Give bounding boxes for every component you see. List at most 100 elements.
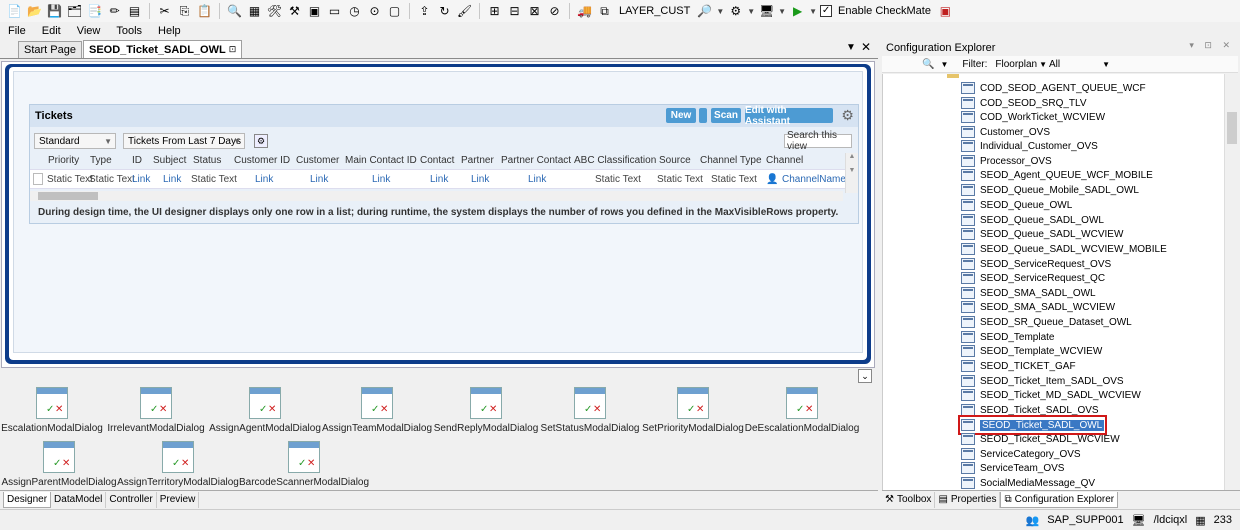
pane-controls-icon[interactable]: ▾ ⊡ ✕ — [1189, 40, 1234, 51]
tools-icon[interactable]: 🛠 — [266, 3, 283, 20]
chevron-down-icon[interactable]: ▼ — [1039, 60, 1047, 69]
tree-item[interactable]: Individual_Customer_OVS — [961, 139, 1098, 153]
tree-item[interactable]: SEOD_Template_WCVIEW — [961, 344, 1102, 358]
save-icon[interactable]: 💾 — [46, 3, 63, 20]
tree-item[interactable]: COD_SEOD_SRQ_TLV — [961, 96, 1087, 110]
table-cell[interactable]: Link — [430, 174, 448, 185]
tree-item[interactable]: SEOD_Queue_SADL_WCVIEW_MOBILE — [961, 242, 1167, 256]
tree-item[interactable]: SEOD_SR_Queue_Dataset_OWL — [961, 315, 1132, 329]
table-cell[interactable]: Link — [255, 174, 273, 185]
horizontal-scrollbar[interactable] — [30, 191, 843, 201]
tab-start-page[interactable]: Start Page — [18, 41, 82, 58]
dialog-item[interactable]: ✓ ✕ SendReplyModalDialog — [434, 387, 538, 434]
column-header[interactable]: Contact — [420, 155, 454, 166]
run-icon[interactable]: ⊙ — [366, 3, 383, 20]
tab-list-icon[interactable]: ▼ — [846, 42, 856, 53]
chevron-down-icon[interactable]: ▼ — [778, 7, 786, 16]
menu-file[interactable]: File — [8, 25, 26, 37]
tickets-list-pane[interactable]: Tickets New Scan Edit with Assistant ⚙ S… — [29, 104, 859, 224]
play-icon[interactable]: ▶ — [789, 3, 806, 20]
tab-configuration-explorer[interactable]: ⧉ Configuration Explorer — [1000, 491, 1119, 508]
menu-edit[interactable]: Edit — [42, 25, 61, 37]
filter-all[interactable]: All — [1049, 59, 1060, 70]
edit-pencil-icon[interactable]: ✏ — [106, 3, 123, 20]
column-header[interactable]: Type — [90, 155, 112, 166]
dialog-item[interactable]: ✓ ✕ SetPriorityModalDialog — [642, 387, 744, 434]
config-explorer-scrollbar[interactable] — [1224, 74, 1238, 490]
tree-item[interactable]: SEOD_Ticket_MD_SADL_WCVIEW — [961, 388, 1141, 402]
tree-item[interactable]: Customer_OVS — [961, 125, 1050, 139]
align-icon[interactable]: ⊞ — [486, 3, 503, 20]
tree-item[interactable]: SEOD_Queue_SADL_OWL — [961, 213, 1104, 227]
dialog-item[interactable]: ✓ ✕ EscalationModalDialog — [1, 387, 103, 434]
column-header[interactable]: Main Contact ID — [345, 155, 417, 166]
scrollbar-thumb[interactable] — [1227, 112, 1237, 144]
search-input[interactable]: Search this view — [784, 130, 852, 152]
export-icon[interactable]: ⇪ — [416, 3, 433, 20]
dialog-item[interactable]: ✓ ✕ AssignTerritoryModalDialog — [117, 441, 239, 488]
module-icon[interactable]: ▣ — [306, 3, 323, 20]
distribute-icon[interactable]: ⊟ — [506, 3, 523, 20]
collapse-icon[interactable]: ⌄ — [858, 369, 872, 383]
filter-value[interactable]: Floorplan — [995, 59, 1037, 70]
column-header[interactable]: ABC Classification — [574, 155, 656, 166]
scrollbar-thumb[interactable] — [38, 192, 98, 200]
table-row[interactable]: Static Text Static Text Link Link Static… — [30, 169, 856, 189]
history-icon[interactable]: ◷ — [346, 3, 363, 20]
tab-datamodel[interactable]: DataModel — [51, 491, 107, 508]
paste-icon[interactable]: 📋 — [196, 3, 213, 20]
layer-label[interactable]: LAYER_CUST — [619, 5, 690, 17]
dialog-item[interactable]: ✓ ✕ AssignAgentModalDialog — [209, 387, 321, 434]
column-header[interactable]: Channel — [766, 155, 803, 166]
copy-icon[interactable]: ⎘ — [176, 3, 193, 20]
tree-item[interactable]: SEOD_Agent_QUEUE_WCF_MOBILE — [961, 168, 1153, 182]
wrench-icon[interactable]: ⚒ — [286, 3, 303, 20]
table-cell[interactable]: Link — [163, 174, 181, 185]
new-button[interactable]: New — [666, 108, 696, 123]
column-header[interactable]: Customer ID — [234, 155, 290, 166]
close-icon[interactable]: ✕ — [861, 40, 871, 54]
tree-item[interactable]: SEOD_Template — [961, 330, 1054, 344]
tree-item[interactable]: SEOD_Queue_OWL — [961, 198, 1072, 212]
checkmate-checkbox[interactable]: ✓ — [820, 5, 833, 17]
brush-icon[interactable]: 🖌 — [456, 3, 473, 20]
tab-properties[interactable]: ▤ Properties — [935, 491, 1001, 508]
tree-item[interactable]: SEOD_ServiceRequest_OVS — [961, 257, 1111, 271]
period-select[interactable]: Tickets From Last 7 Days ▼ — [123, 133, 245, 149]
dialog-item[interactable]: ✓ ✕ DeEscalationModalDialog — [745, 387, 859, 434]
tree-item-selected[interactable]: SEOD_Ticket_SADL_OWL — [957, 415, 1108, 435]
table-cell[interactable]: Link — [471, 174, 489, 185]
new-file-icon[interactable]: 📄 — [6, 3, 23, 20]
find-icon[interactable]: 🔍 — [226, 3, 243, 20]
column-header[interactable]: Priority — [48, 155, 79, 166]
tab-toolbox[interactable]: ⚒ Toolbox — [882, 491, 936, 508]
settings-icon[interactable]: ⚙ — [254, 134, 268, 148]
save-all-icon[interactable]: 🗂 — [66, 3, 83, 20]
edit-with-assistant-button[interactable]: Edit with Assistant — [745, 105, 833, 127]
tab-controller[interactable]: Controller — [106, 491, 157, 508]
tree-item[interactable]: SEOD_SMA_SADL_OWL — [961, 286, 1096, 300]
column-header[interactable]: Channel Type — [700, 155, 762, 166]
menu-view[interactable]: View — [77, 25, 101, 37]
column-header[interactable]: Customer — [296, 155, 339, 166]
menu-tools[interactable]: Tools — [116, 25, 142, 37]
scan-button[interactable]: Scan — [711, 108, 741, 123]
tree-item[interactable]: SocialMediaMessage_QV — [961, 476, 1095, 490]
search-icon[interactable]: 🔍 — [922, 59, 934, 70]
truck-icon[interactable]: 🚚 — [576, 3, 593, 20]
screen-icon[interactable]: 🖥 — [758, 3, 775, 20]
tab-seod-ticket[interactable]: SEOD_Ticket_SADL_OWL ⊡ — [82, 40, 243, 58]
grid-icon[interactable]: ▦ — [246, 3, 263, 20]
dialog-item[interactable]: ✓ ✕ AssignTeamModalDialog — [322, 387, 432, 434]
column-header[interactable]: ID — [132, 155, 142, 166]
remove-icon[interactable]: ⊘ — [546, 3, 563, 20]
dialog-item[interactable]: ✓ ✕ IrrelevantModalDialog — [107, 387, 205, 434]
tab-designer[interactable]: Designer — [3, 491, 52, 508]
tree-item[interactable]: SEOD_Queue_Mobile_SADL_OWL — [961, 183, 1139, 197]
tree-item[interactable]: ServiceCategory_OVS — [961, 447, 1081, 461]
chevron-down-icon[interactable]: ▼ — [940, 60, 948, 69]
tree-item[interactable]: COD_SEOD_AGENT_QUEUE_WCF — [961, 81, 1146, 95]
window-icon[interactable]: ▭ — [326, 3, 343, 20]
column-header[interactable]: Partner — [461, 155, 494, 166]
table-cell[interactable]: Link — [310, 174, 328, 185]
